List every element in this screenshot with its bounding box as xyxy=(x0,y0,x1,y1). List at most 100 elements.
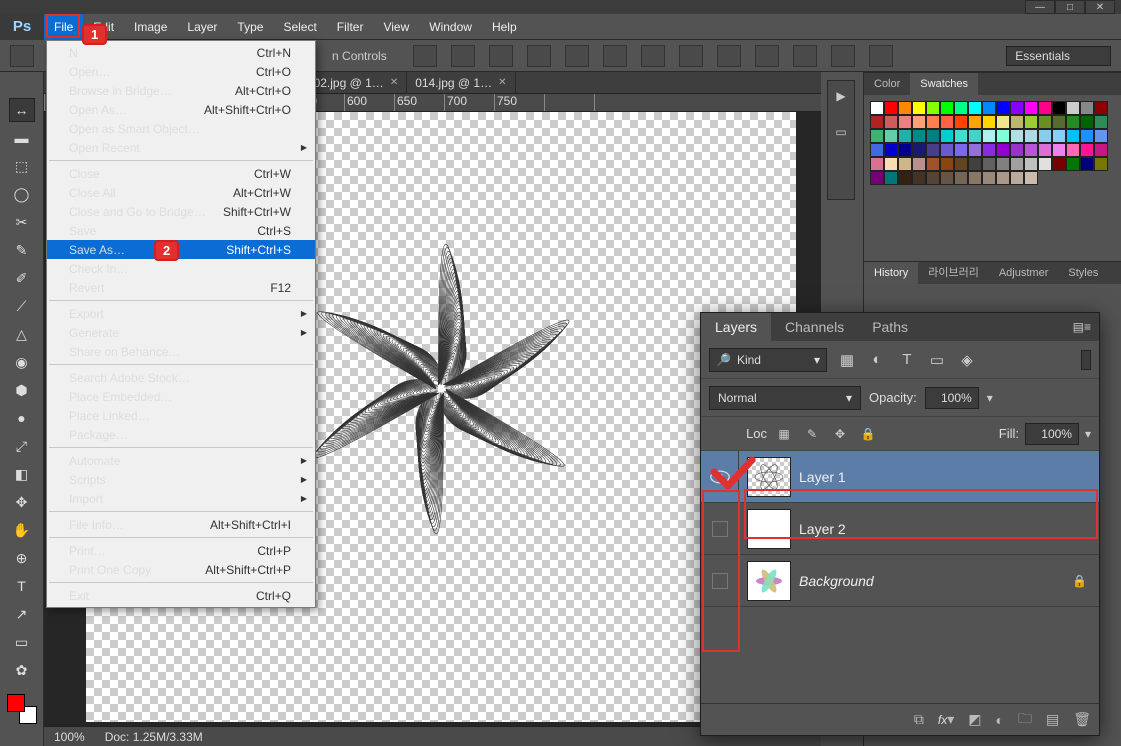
swatch[interactable] xyxy=(996,101,1010,115)
menu-type[interactable]: Type xyxy=(227,14,273,40)
panel-tab[interactable]: Styles xyxy=(1058,262,1108,284)
tool-button[interactable]: ◯ xyxy=(9,182,35,206)
swatch[interactable] xyxy=(982,157,996,171)
menu-item[interactable]: Place Linked… xyxy=(47,406,315,425)
panel-tab-swatches[interactable]: Swatches xyxy=(910,73,978,95)
swatch[interactable] xyxy=(996,115,1010,129)
layer-row[interactable]: Background🔒 xyxy=(701,555,1099,607)
menu-select[interactable]: Select xyxy=(273,14,326,40)
menu-item[interactable]: Search Adobe Stock… xyxy=(47,368,315,387)
swatch[interactable] xyxy=(912,115,926,129)
layer-filter-icon[interactable]: ▦ xyxy=(833,348,861,372)
swatch[interactable] xyxy=(1010,115,1024,129)
tool-button[interactable]: ✂ xyxy=(9,210,35,234)
lock-pixels-icon[interactable]: ✎ xyxy=(801,424,823,444)
swatch[interactable] xyxy=(940,171,954,185)
layer-mask-icon[interactable]: ◩ xyxy=(968,711,981,728)
swatch[interactable] xyxy=(1024,143,1038,157)
swatch[interactable] xyxy=(954,171,968,185)
swatch[interactable] xyxy=(926,115,940,129)
tool-button[interactable]: ▭ xyxy=(9,630,35,654)
menu-item[interactable]: Open as Smart Object… xyxy=(47,119,315,138)
panel-menu-icon[interactable]: ▤≡ xyxy=(1065,320,1099,334)
swatch[interactable] xyxy=(912,143,926,157)
tool-button[interactable]: ⊕ xyxy=(9,546,35,570)
swatch[interactable] xyxy=(1024,157,1038,171)
menu-item[interactable]: NCtrl+N xyxy=(47,43,315,62)
align-icon[interactable] xyxy=(451,45,475,67)
swatch[interactable] xyxy=(1038,115,1052,129)
window-maximize-button[interactable]: □ xyxy=(1055,0,1085,14)
layer-name[interactable]: Layer 2 xyxy=(799,521,846,537)
menu-item[interactable]: Automate xyxy=(47,451,315,470)
swatch[interactable] xyxy=(1094,143,1108,157)
tool-button[interactable]: ✋ xyxy=(9,518,35,542)
tool-button[interactable]: ✿ xyxy=(9,658,35,682)
swatch[interactable] xyxy=(926,143,940,157)
swatch[interactable] xyxy=(1024,115,1038,129)
swatch[interactable] xyxy=(968,143,982,157)
swatch[interactable] xyxy=(1024,101,1038,115)
foreground-background-colors[interactable] xyxy=(7,694,37,724)
layer-name[interactable]: Layer 1 xyxy=(799,469,846,485)
swatch[interactable] xyxy=(884,129,898,143)
window-close-button[interactable]: ✕ xyxy=(1085,0,1115,14)
swatch[interactable] xyxy=(1052,143,1066,157)
tool-button[interactable]: ◧ xyxy=(9,462,35,486)
swatch[interactable] xyxy=(940,143,954,157)
align-icon[interactable] xyxy=(527,45,551,67)
lock-transparency-icon[interactable]: ▦ xyxy=(773,424,795,444)
menu-layer[interactable]: Layer xyxy=(177,14,227,40)
menu-item[interactable]: Share on Behance… xyxy=(47,342,315,361)
visibility-toggle-icon[interactable] xyxy=(701,503,739,555)
swatch[interactable] xyxy=(1080,115,1094,129)
menu-item[interactable]: SaveCtrl+S xyxy=(47,221,315,240)
distribute-icon[interactable] xyxy=(755,45,779,67)
menu-item[interactable]: CloseCtrl+W xyxy=(47,164,315,183)
tool-button[interactable]: ↗ xyxy=(9,602,35,626)
swatch[interactable] xyxy=(926,171,940,185)
swatch[interactable] xyxy=(1024,171,1038,185)
swatch[interactable] xyxy=(1094,101,1108,115)
close-tab-icon[interactable]: ✕ xyxy=(390,77,398,88)
window-minimize-button[interactable]: — xyxy=(1025,0,1055,14)
menu-item[interactable]: Browse in Bridge…Alt+Ctrl+O xyxy=(47,81,315,100)
menu-item[interactable]: File Info…Alt+Shift+Ctrl+I xyxy=(47,515,315,534)
align-icon[interactable] xyxy=(603,45,627,67)
swatch[interactable] xyxy=(898,157,912,171)
distribute-icon[interactable] xyxy=(793,45,817,67)
menu-item[interactable]: Export xyxy=(47,304,315,323)
tool-button[interactable]: ⤢ xyxy=(9,434,35,458)
swatch[interactable] xyxy=(996,143,1010,157)
swatch[interactable] xyxy=(996,129,1010,143)
swatch[interactable] xyxy=(1038,101,1052,115)
menu-item[interactable]: Scripts xyxy=(47,470,315,489)
swatch[interactable] xyxy=(1038,143,1052,157)
swatch[interactable] xyxy=(898,129,912,143)
menu-filter[interactable]: Filter xyxy=(327,14,374,40)
swatch[interactable] xyxy=(968,157,982,171)
menu-item[interactable]: Print One CopyAlt+Shift+Ctrl+P xyxy=(47,560,315,579)
blend-mode-select[interactable]: Normal▾ xyxy=(709,386,861,410)
layer-thumbnail[interactable] xyxy=(747,509,791,549)
panel-tab[interactable]: History xyxy=(864,262,918,284)
link-layers-icon[interactable]: ⧉ xyxy=(914,711,924,728)
panel-tab[interactable]: 라이브러리 xyxy=(918,262,989,284)
group-icon[interactable]: 🗀 xyxy=(1018,708,1032,732)
swatch[interactable] xyxy=(968,115,982,129)
layer-filter-icon[interactable]: T xyxy=(893,348,921,372)
fill-input[interactable]: 100% xyxy=(1025,423,1079,445)
align-icon[interactable] xyxy=(489,45,513,67)
menu-item[interactable]: Place Embedded… xyxy=(47,387,315,406)
swatch[interactable] xyxy=(1052,129,1066,143)
layers-tab-layers[interactable]: Layers xyxy=(701,313,771,341)
swatch[interactable] xyxy=(982,101,996,115)
swatch[interactable] xyxy=(870,101,884,115)
swatch[interactable] xyxy=(926,101,940,115)
swatch[interactable] xyxy=(870,115,884,129)
delete-layer-icon[interactable]: 🗑 xyxy=(1073,711,1091,728)
panel-tab[interactable]: Adjustmer xyxy=(989,262,1059,284)
swatch[interactable] xyxy=(1010,101,1024,115)
swatch[interactable] xyxy=(1066,129,1080,143)
menu-item[interactable]: RevertF12 xyxy=(47,278,315,297)
